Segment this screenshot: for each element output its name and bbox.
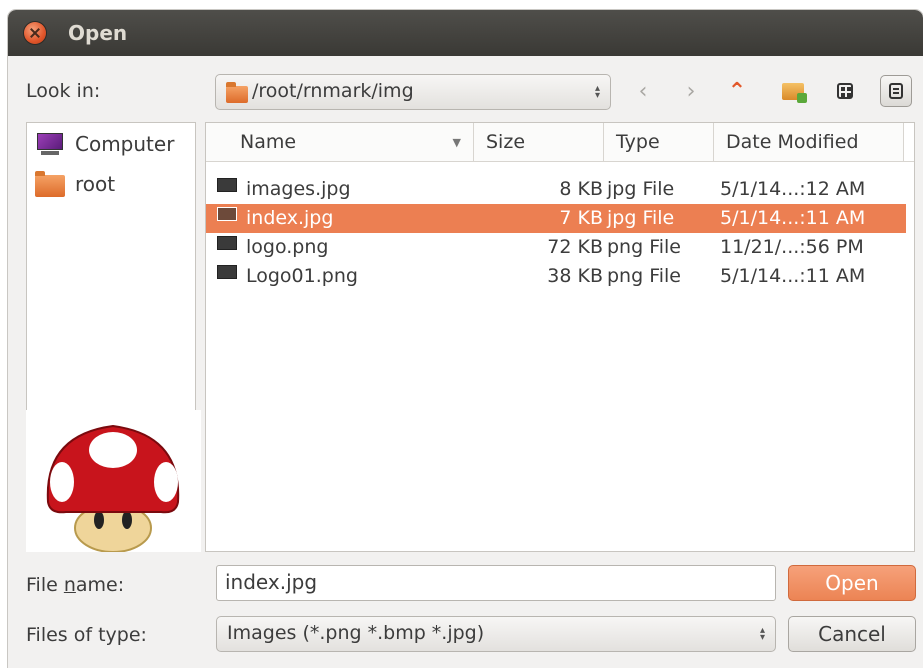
table-row[interactable]: logo.png 72 KB png File 11/21/...:56 PM bbox=[206, 233, 906, 262]
sidebar-item-root[interactable]: root bbox=[35, 167, 115, 201]
new-folder-icon[interactable] bbox=[778, 75, 808, 107]
file-list: Name ▼ Size Type Date Modified images.jp… bbox=[205, 122, 915, 552]
look-in-label: Look in: bbox=[26, 80, 101, 102]
image-preview bbox=[26, 410, 201, 553]
sidebar-item-label: root bbox=[75, 172, 116, 196]
cancel-button[interactable]: Cancel bbox=[788, 616, 916, 652]
look-in-path: /root/rnmark/img bbox=[252, 80, 414, 102]
folder-icon bbox=[226, 82, 248, 103]
image-file-icon bbox=[217, 178, 237, 192]
chevron-right-icon[interactable]: › bbox=[676, 75, 706, 107]
file-name-label: File name: bbox=[26, 574, 125, 596]
file-type-label: Files of type: bbox=[26, 624, 147, 646]
close-icon[interactable] bbox=[24, 22, 46, 44]
table-row[interactable]: index.jpg 7 KB jpg File 5/1/14...:11 AM bbox=[206, 204, 906, 233]
folder-icon bbox=[35, 171, 65, 197]
open-dialog: Open Look in: /root/rnmark/img ▴ ▾ ‹ › ⌃ … bbox=[8, 10, 923, 668]
column-header-size[interactable]: Size bbox=[474, 123, 604, 161]
file-name-input[interactable]: index.jpg bbox=[216, 565, 776, 601]
column-header-type[interactable]: Type bbox=[604, 123, 714, 161]
combo-arrows-icon: ▴ ▾ bbox=[759, 625, 765, 643]
up-arrow-icon[interactable]: ⌃ bbox=[722, 75, 752, 107]
sort-down-icon: ▼ bbox=[452, 135, 461, 149]
column-header-date[interactable]: Date Modified bbox=[714, 123, 904, 161]
computer-icon bbox=[35, 133, 65, 155]
file-type-value: Images (*.png *.bmp *.jpg) bbox=[227, 622, 485, 644]
image-file-icon bbox=[217, 265, 237, 279]
table-row[interactable]: images.jpg 8 KB jpg File 5/1/14...:12 AM bbox=[206, 175, 906, 204]
grid-view-icon[interactable] bbox=[830, 75, 860, 107]
sidebar-item-label: Computer bbox=[75, 132, 175, 156]
title-bar: Open bbox=[8, 10, 923, 56]
image-file-icon bbox=[217, 207, 237, 221]
places-sidebar: Computer root bbox=[26, 122, 196, 412]
window-title: Open bbox=[68, 21, 128, 45]
table-row[interactable]: Logo01.png 38 KB png File 5/1/14...:11 A… bbox=[206, 262, 906, 291]
combo-arrows-icon: ▴ ▾ bbox=[594, 83, 600, 101]
open-button[interactable]: Open bbox=[788, 565, 916, 601]
look-in-combo[interactable]: /root/rnmark/img ▴ ▾ bbox=[215, 74, 611, 110]
sidebar-item-computer[interactable]: Computer bbox=[35, 127, 174, 161]
detail-view-icon[interactable] bbox=[880, 75, 912, 107]
mushroom-image bbox=[46, 424, 180, 553]
file-type-combo[interactable]: Images (*.png *.bmp *.jpg) ▴ ▾ bbox=[216, 616, 776, 652]
image-file-icon bbox=[217, 236, 237, 250]
chevron-left-icon[interactable]: ‹ bbox=[628, 75, 658, 107]
column-header-name[interactable]: Name ▼ bbox=[206, 123, 474, 161]
